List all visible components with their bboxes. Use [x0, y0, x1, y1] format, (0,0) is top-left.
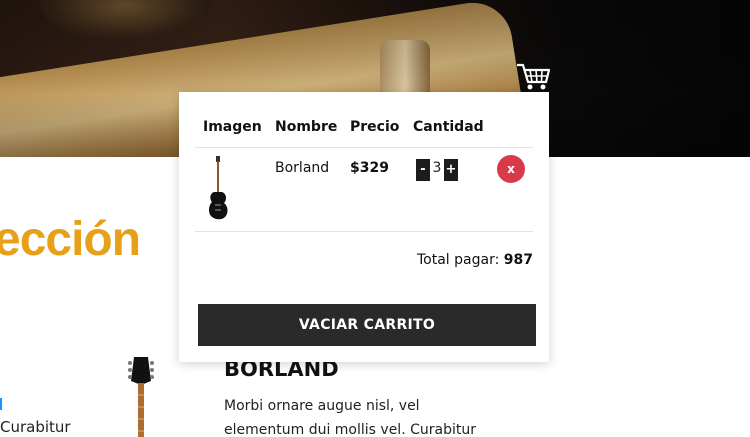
cart-item-price: $329: [350, 160, 389, 176]
edge-marker: [0, 398, 2, 410]
total-label: Total pagar:: [417, 252, 500, 268]
increase-quantity-button[interactable]: +: [444, 159, 458, 181]
section-heading: ección: [0, 213, 141, 266]
row-divider: [195, 231, 533, 232]
cart-item-guitar-image: [209, 156, 228, 220]
remove-item-button[interactable]: x: [497, 155, 525, 183]
shopping-cart-icon[interactable]: [515, 62, 551, 92]
cart-item-name: Borland: [275, 160, 330, 176]
column-header-name: Nombre: [275, 119, 338, 135]
product-description: Morbi ornare augue nisl, vel elementum d…: [224, 394, 494, 437]
edge-text: Curabitur: [0, 418, 71, 436]
column-header-price: Precio: [350, 119, 400, 135]
total-value: 987: [503, 252, 533, 268]
product-description-line: elementum dui mollis vel. Curabitur: [224, 422, 476, 437]
decrease-quantity-button[interactable]: -: [416, 159, 430, 181]
cart-dropdown: Imagen Nombre Precio Cantidad Borland $3…: [179, 92, 549, 362]
empty-cart-button[interactable]: VACIAR CARRITO: [198, 304, 536, 346]
column-header-image: Imagen: [203, 119, 262, 135]
product-description-line: Morbi ornare augue nisl, vel: [224, 398, 420, 414]
cart-item-quantity: 3: [432, 160, 442, 176]
cart-total: Total pagar: 987: [417, 252, 533, 268]
header-divider: [195, 147, 533, 148]
product-guitar-image[interactable]: [124, 355, 158, 437]
column-header-quantity: Cantidad: [413, 119, 484, 135]
